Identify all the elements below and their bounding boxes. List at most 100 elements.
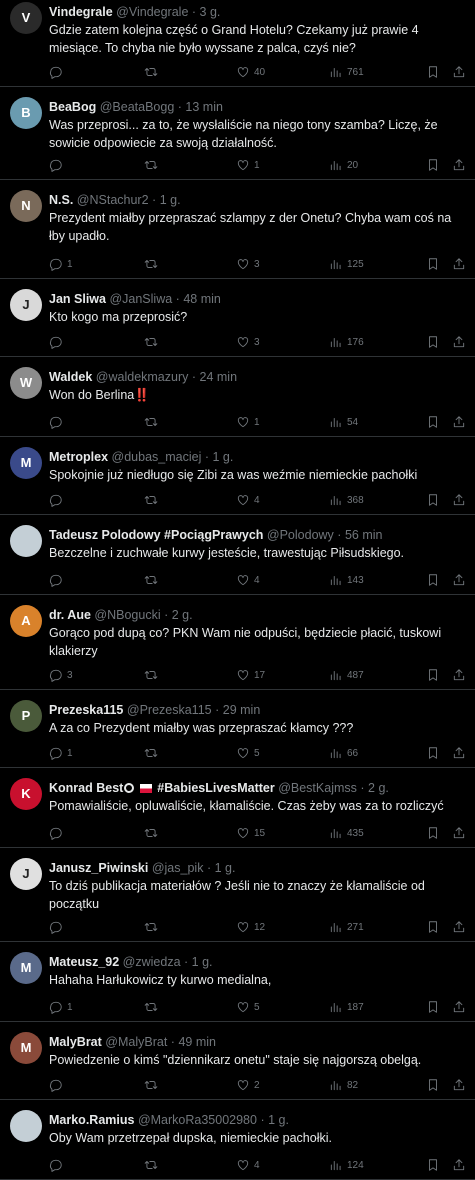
reply-button[interactable] <box>49 825 67 841</box>
like-button[interactable]: 3 <box>236 334 260 350</box>
views-button[interactable]: 176 <box>329 334 364 350</box>
views-button[interactable]: 187 <box>329 999 364 1015</box>
retweet-button[interactable] <box>144 745 162 761</box>
user-handle[interactable]: @Polodowy <box>267 528 334 542</box>
like-button[interactable]: 3 <box>236 256 260 272</box>
bookmark-button[interactable] <box>426 1077 440 1093</box>
avatar[interactable]: W <box>10 367 42 399</box>
timestamp[interactable]: 48 min <box>183 292 221 306</box>
like-button[interactable]: 5 <box>236 999 260 1015</box>
bookmark-button[interactable] <box>426 825 440 841</box>
user-handle[interactable]: @BeataBogg <box>100 100 175 114</box>
timestamp[interactable]: 1 g. <box>192 955 213 969</box>
retweet-button[interactable] <box>144 1077 162 1093</box>
timestamp[interactable]: 3 g. <box>200 5 221 19</box>
retweet-button[interactable] <box>144 64 162 80</box>
avatar[interactable]: K <box>10 778 42 810</box>
share-button[interactable] <box>452 414 466 430</box>
tweet[interactable]: N N.S. @NStachur2 · 1 g. Prezydent miałb… <box>0 180 475 279</box>
share-button[interactable] <box>452 1077 466 1093</box>
avatar[interactable]: N <box>10 190 42 222</box>
share-button[interactable] <box>452 667 466 683</box>
user-handle[interactable]: @waldekmazury <box>96 370 189 384</box>
views-button[interactable]: 125 <box>329 256 364 272</box>
like-button[interactable]: 1 <box>236 414 260 430</box>
display-name[interactable]: Jan Sliwa <box>49 292 106 306</box>
views-button[interactable]: 271 <box>329 919 364 935</box>
tweet[interactable]: M MalyBrat @MalyBrat · 49 min Powiedzeni… <box>0 1022 475 1100</box>
avatar[interactable]: M <box>10 1032 42 1064</box>
like-button[interactable]: 5 <box>236 745 260 761</box>
timestamp[interactable]: 2 g. <box>368 781 389 795</box>
reply-button[interactable] <box>49 492 67 508</box>
bookmark-button[interactable] <box>426 667 440 683</box>
display-name[interactable]: N.S. <box>49 193 73 207</box>
timestamp[interactable]: 29 min <box>223 703 261 717</box>
user-handle[interactable]: @NStachur2 <box>77 193 149 207</box>
avatar[interactable]: B <box>10 97 42 129</box>
tweet[interactable]: Tadeusz Polodowy #PociągPrawych @Polodow… <box>0 515 475 595</box>
reply-button[interactable] <box>49 919 67 935</box>
share-button[interactable] <box>452 825 466 841</box>
views-button[interactable]: 124 <box>329 1157 364 1173</box>
tweet[interactable]: V Vindegrale @Vindegrale · 3 g. Gdzie za… <box>0 0 475 87</box>
share-button[interactable] <box>452 745 466 761</box>
timestamp[interactable]: 1 g. <box>215 861 236 875</box>
views-button[interactable]: 20 <box>329 157 358 173</box>
retweet-button[interactable] <box>144 256 162 272</box>
reply-button[interactable] <box>49 64 67 80</box>
display-name[interactable]: Marko.Ramius <box>49 1113 134 1127</box>
reply-button[interactable] <box>49 1157 67 1173</box>
display-name[interactable]: Vindegrale <box>49 5 113 19</box>
retweet-button[interactable] <box>144 1157 162 1173</box>
tweet[interactable]: W Waldek @waldekmazury · 24 min Won do B… <box>0 357 475 437</box>
display-name[interactable]: Konrad Best <box>49 781 123 795</box>
retweet-button[interactable] <box>144 919 162 935</box>
like-button[interactable]: 4 <box>236 572 260 588</box>
display-name[interactable]: Mateusz_92 <box>49 955 119 969</box>
like-button[interactable]: 4 <box>236 492 260 508</box>
avatar[interactable]: J <box>10 858 42 890</box>
bookmark-button[interactable] <box>426 919 440 935</box>
user-handle[interactable]: @dubas_maciej <box>112 450 202 464</box>
avatar[interactable]: M <box>10 447 42 479</box>
tweet[interactable]: K Konrad Best #BabiesLivesMatter @BestKa… <box>0 768 475 848</box>
tweet[interactable]: M Metroplex @dubas_maciej · 1 g. Spokojn… <box>0 437 475 515</box>
views-button[interactable]: 435 <box>329 825 364 841</box>
views-button[interactable]: 761 <box>329 64 364 80</box>
display-name[interactable]: Prezeska115 <box>49 703 123 717</box>
retweet-button[interactable] <box>144 157 162 173</box>
views-button[interactable]: 54 <box>329 414 358 430</box>
reply-button[interactable] <box>49 1077 67 1093</box>
avatar[interactable] <box>10 1110 42 1142</box>
retweet-button[interactable] <box>144 492 162 508</box>
views-button[interactable]: 143 <box>329 572 364 588</box>
bookmark-button[interactable] <box>426 1157 440 1173</box>
timestamp[interactable]: 1 g. <box>268 1113 289 1127</box>
reply-button[interactable]: 1 <box>49 256 73 272</box>
display-name[interactable]: BeaBog <box>49 100 96 114</box>
display-name[interactable]: MalyBrat <box>49 1035 102 1049</box>
bookmark-button[interactable] <box>426 64 440 80</box>
avatar[interactable]: M <box>10 952 42 984</box>
reply-button[interactable]: 1 <box>49 999 73 1015</box>
timestamp[interactable]: 24 min <box>200 370 238 384</box>
like-button[interactable]: 1 <box>236 157 260 173</box>
user-handle[interactable]: @MalyBrat <box>105 1035 167 1049</box>
tweet[interactable]: B BeaBog @BeataBogg · 13 min Was przepro… <box>0 87 475 180</box>
user-handle[interactable]: @NBogucki <box>94 608 160 622</box>
user-handle[interactable]: @JanSliwa <box>109 292 172 306</box>
views-button[interactable]: 368 <box>329 492 364 508</box>
timestamp[interactable]: 1 g. <box>213 450 234 464</box>
tweet[interactable]: A dr. Aue @NBogucki · 2 g. Gorąco pod du… <box>0 595 475 690</box>
bookmark-button[interactable] <box>426 745 440 761</box>
like-button[interactable]: 4 <box>236 1157 260 1173</box>
user-handle[interactable]: @Prezeska115 <box>127 703 212 717</box>
avatar[interactable]: P <box>10 700 42 732</box>
user-handle[interactable]: @Vindegrale <box>116 5 188 19</box>
timestamp[interactable]: 1 g. <box>160 193 181 207</box>
bookmark-button[interactable] <box>426 999 440 1015</box>
tweet[interactable]: Marko.Ramius @MarkoRa35002980 · 1 g. Oby… <box>0 1100 475 1180</box>
user-handle[interactable]: @BestKajmss <box>278 781 357 795</box>
display-name[interactable]: Waldek <box>49 370 92 384</box>
